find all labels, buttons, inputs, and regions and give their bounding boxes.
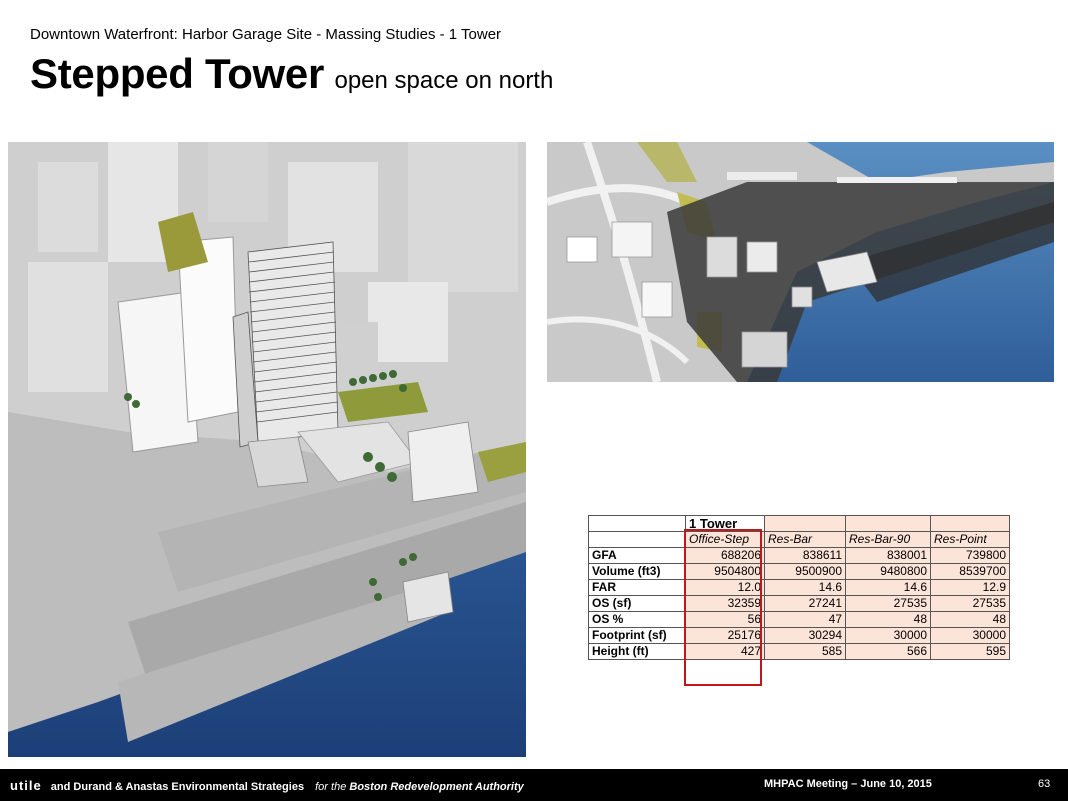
row-label: OS (sf) [588, 595, 686, 612]
table-cell: 9480800 [845, 563, 931, 580]
table-cell: 12.0 [685, 579, 765, 596]
table-cell: 427 [685, 643, 765, 660]
table-cell: 48 [930, 611, 1010, 628]
table-cell: 14.6 [764, 579, 846, 596]
table-row: GFA 688206 838611 838001 739800 [588, 547, 1010, 564]
table-row: OS (sf) 32359 27241 27535 27535 [588, 595, 1010, 612]
row-label: Footprint (sf) [588, 627, 686, 644]
page-number: 63 [1038, 778, 1051, 790]
table-cell: 48 [845, 611, 931, 628]
row-label: FAR [588, 579, 686, 596]
row-label: Height (ft) [588, 643, 686, 660]
row-label: Volume (ft3) [588, 563, 686, 580]
column-header: Res-Bar [764, 531, 846, 548]
table-cell: 838611 [764, 547, 846, 564]
table-row: FAR 12.0 14.6 14.6 12.9 [588, 579, 1010, 596]
table-row: OS % 56 47 48 48 [588, 611, 1010, 628]
column-header: Res-Point [930, 531, 1010, 548]
table-cell: 56 [685, 611, 765, 628]
table-blank-cell [845, 515, 931, 532]
title-main: Stepped Tower [30, 50, 325, 97]
table-cell: 9500900 [764, 563, 846, 580]
shadow-plan-image [547, 142, 1054, 382]
table-cell: 8539700 [930, 563, 1010, 580]
footer-meeting: MHPAC Meeting – June 10, 2015 [764, 778, 932, 790]
table-cell: 585 [764, 643, 846, 660]
table-cell: 30000 [845, 627, 931, 644]
footer-credits: utile and Durand & Anastas Environmental… [10, 778, 524, 793]
footer-for-the: for the [315, 781, 347, 793]
table-blank-cell [930, 515, 1010, 532]
table-cell: 9504800 [685, 563, 765, 580]
table-cell: 688206 [685, 547, 765, 564]
table-cell: 27535 [845, 595, 931, 612]
slide-title: Stepped Tower open space on north [30, 50, 553, 98]
utile-logo: utile [10, 778, 42, 793]
table-cell: 47 [764, 611, 846, 628]
title-suffix: open space on north [334, 67, 554, 94]
table-cell: 30294 [764, 627, 846, 644]
massing-data-table-wrap: 1 Tower Office-Step Res-Bar Res-Bar-90 R… [588, 515, 1010, 686]
table-cell: 14.6 [845, 579, 931, 596]
row-label: OS % [588, 611, 686, 628]
table-cell: 27241 [764, 595, 846, 612]
table-group-label: 1 Tower [685, 515, 765, 532]
footer-client: Boston Redevelopment Authority [349, 781, 524, 793]
table-cell: 32359 [685, 595, 765, 612]
table-cell: 12.9 [930, 579, 1010, 596]
table-cell: 27535 [930, 595, 1010, 612]
table-corner-cell [588, 515, 686, 532]
table-row: Volume (ft3) 9504800 9500900 9480800 853… [588, 563, 1010, 580]
table-cell: 838001 [845, 547, 931, 564]
table-header-row: Office-Step Res-Bar Res-Bar-90 Res-Point [588, 531, 1010, 548]
footer-bar: utile and Durand & Anastas Environmental… [0, 769, 1068, 801]
table-cell: 30000 [930, 627, 1010, 644]
column-header: Office-Step [685, 531, 765, 548]
table-corner-cell [588, 531, 686, 548]
column-header: Res-Bar-90 [845, 531, 931, 548]
table-cell: 595 [930, 643, 1010, 660]
table-cell: 566 [845, 643, 931, 660]
footer-partners: and Durand & Anastas Environmental Strat… [50, 781, 305, 793]
table-blank-cell [764, 515, 846, 532]
massing-data-table: 1 Tower Office-Step Res-Bar Res-Bar-90 R… [588, 515, 1010, 660]
table-group-row: 1 Tower [588, 515, 1010, 532]
table-row: Height (ft) 427 585 566 595 [588, 643, 1010, 660]
table-cell: 739800 [930, 547, 1010, 564]
table-cell: 25176 [685, 627, 765, 644]
massing-perspective-image [8, 142, 526, 757]
row-label: GFA [588, 547, 686, 564]
table-row: Footprint (sf) 25176 30294 30000 30000 [588, 627, 1010, 644]
slide-subtitle: Downtown Waterfront: Harbor Garage Site … [30, 26, 502, 43]
